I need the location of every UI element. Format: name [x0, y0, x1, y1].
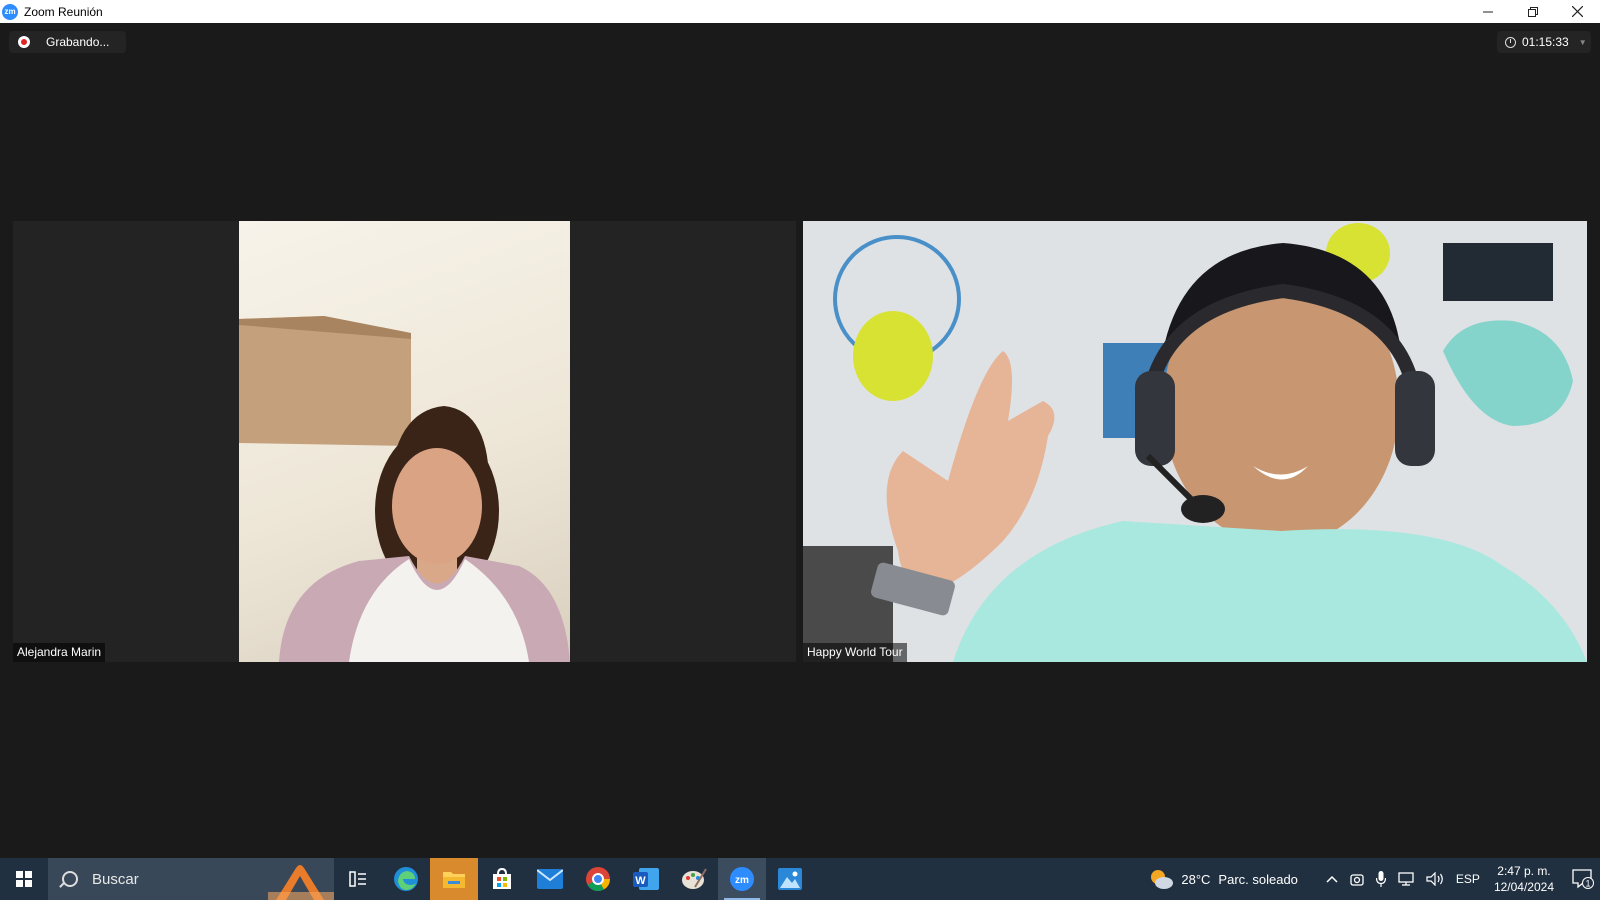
- clock-time: 2:47 p. m.: [1497, 864, 1551, 878]
- mail-icon: [537, 869, 563, 889]
- minimize-icon: [1482, 11, 1493, 12]
- meeting-area: Grabando... 01:15:33 ▼ Alejandra Marin H…: [0, 23, 1600, 858]
- notification-icon: 1: [1572, 869, 1594, 889]
- weather-desc: Parc. soleado: [1218, 871, 1298, 887]
- photos-icon: [778, 868, 802, 890]
- windows-icon: [16, 871, 32, 887]
- file-explorer-icon: [443, 872, 465, 888]
- paint-icon: [682, 868, 707, 889]
- system-tray: 28°C Parc. soleado ESP 2:47 p. m. 12/04/…: [1143, 858, 1600, 900]
- language-label: ESP: [1455, 872, 1480, 886]
- camera-tray-button[interactable]: [1350, 872, 1364, 886]
- zoom-letters: zm: [735, 875, 749, 886]
- paint-button[interactable]: [670, 858, 718, 900]
- chrome-button[interactable]: [574, 858, 622, 900]
- volume-tray-button[interactable]: [1426, 872, 1444, 886]
- partly-sunny-icon: [1151, 870, 1174, 889]
- participant-tile-1[interactable]: Alejandra Marin: [13, 221, 796, 662]
- window-title: Zoom Reunión: [24, 4, 103, 19]
- search-highlight-icon: [268, 865, 334, 900]
- language-indicator[interactable]: ESP: [1456, 872, 1480, 886]
- chrome-icon: [586, 867, 610, 892]
- chevron-down-icon: ▼: [1578, 37, 1587, 47]
- zoom-app-icon: zm: [2, 3, 18, 20]
- title-bar: zm Zoom Reunión: [0, 0, 1600, 23]
- mail-button[interactable]: [526, 858, 574, 900]
- store-button[interactable]: [478, 858, 526, 900]
- weather-temp: 28°C: [1181, 871, 1211, 887]
- taskbar-clock[interactable]: 2:47 p. m. 12/04/2024: [1494, 863, 1554, 895]
- restore-icon: [1527, 6, 1538, 17]
- participant-video-2: [803, 221, 1587, 662]
- volume-icon: [1426, 872, 1443, 886]
- close-button[interactable]: [1555, 0, 1600, 23]
- restore-button[interactable]: [1510, 0, 1555, 23]
- recording-indicator[interactable]: Grabando...: [9, 31, 126, 53]
- word-letter: W: [635, 875, 646, 887]
- edge-icon: [394, 867, 418, 891]
- store-icon: [493, 867, 511, 889]
- participant-photo-2: [803, 221, 1587, 662]
- weather-widget[interactable]: 28°C Parc. soleado: [1149, 868, 1298, 890]
- record-icon: [18, 36, 30, 48]
- participant-photo-1: [239, 316, 570, 662]
- word-icon: W: [633, 868, 659, 890]
- word-button[interactable]: W: [622, 858, 670, 900]
- minimize-button[interactable]: [1465, 0, 1510, 23]
- participant-video-1: [239, 221, 570, 662]
- clock-icon: [1505, 36, 1516, 48]
- zoom-icon: zm: [730, 867, 754, 891]
- taskbar: Buscar W zm 28°C Parc. soleado ESP 2:47 …: [0, 858, 1600, 900]
- camera-icon: [1350, 874, 1364, 886]
- zoom-button[interactable]: zm: [718, 858, 766, 900]
- notification-count: 1: [1585, 879, 1590, 889]
- participant-name-2: Happy World Tour: [803, 643, 907, 662]
- task-view-icon: [349, 871, 366, 887]
- microphone-tray-button[interactable]: [1375, 871, 1386, 887]
- microphone-icon: [1375, 871, 1386, 887]
- start-button[interactable]: [0, 858, 48, 900]
- edge-button[interactable]: [382, 858, 430, 900]
- window-controls: [1465, 0, 1600, 23]
- timer-value: 01:15:33: [1522, 35, 1569, 49]
- clock-date: 12/04/2024: [1493, 880, 1554, 894]
- taskbar-search[interactable]: Buscar: [48, 858, 334, 900]
- meeting-timer[interactable]: 01:15:33 ▼: [1497, 31, 1591, 53]
- chevron-up-icon: [1326, 875, 1338, 883]
- search-icon: [62, 871, 78, 887]
- show-hidden-icons-button[interactable]: [1326, 875, 1338, 883]
- participant-tile-2[interactable]: Happy World Tour: [803, 221, 1587, 662]
- task-view-button[interactable]: [334, 858, 382, 900]
- participant-name-1: Alejandra Marin: [13, 643, 106, 662]
- network-icon: [1398, 872, 1414, 886]
- notification-center-button[interactable]: 1: [1566, 858, 1600, 900]
- close-icon: [1572, 6, 1583, 17]
- recording-label: Grabando...: [46, 35, 110, 49]
- file-explorer-button[interactable]: [430, 858, 478, 900]
- network-tray-button[interactable]: [1398, 872, 1414, 886]
- search-placeholder: Buscar: [92, 870, 139, 888]
- photos-button[interactable]: [766, 858, 814, 900]
